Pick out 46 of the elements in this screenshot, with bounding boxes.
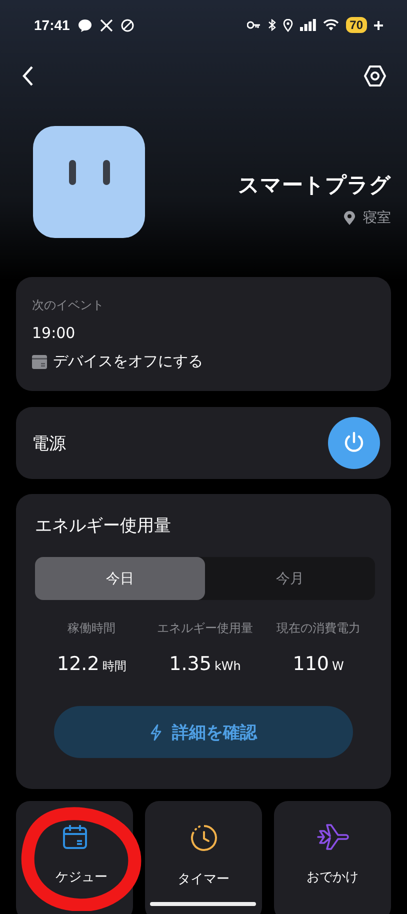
event-label: 次のイベント [32, 297, 105, 314]
lightning-icon [150, 724, 162, 740]
power-button[interactable] [328, 417, 380, 469]
status-time: 17:41 [34, 17, 70, 33]
stat-unit: W [332, 659, 344, 673]
power-icon [342, 431, 366, 455]
shortcut-label: ケジュー [56, 869, 108, 886]
calendar-card-icon [32, 354, 47, 368]
device-title: スマートプラグ [238, 172, 391, 199]
x-logo-icon [100, 18, 113, 32]
bluetooth-icon [268, 19, 276, 31]
chat-bubble-icon [78, 18, 92, 32]
settings-icon[interactable] [363, 64, 387, 88]
charging-plus-icon [374, 20, 383, 30]
signal-icon [300, 19, 316, 31]
block-icon [120, 18, 134, 32]
period-tab[interactable]: 今月 [205, 557, 375, 600]
stat-value: 12.2 [57, 653, 100, 675]
event-time: 19:00 [32, 324, 76, 342]
stat-unit: kWh [214, 659, 241, 673]
event-card[interactable]: 次のイベント 19:00 デバイスをオフにする [16, 277, 391, 391]
wifi-icon [322, 19, 339, 31]
stat-label: 現在の消費電力 [276, 620, 360, 637]
calendar-icon [60, 823, 88, 851]
clock-icon [188, 823, 218, 853]
stat-label: 稼働時間 [68, 620, 116, 637]
power-label: 電源 [32, 432, 66, 454]
period-tab[interactable]: 今日 [35, 557, 205, 600]
room-label: 寝室 [363, 209, 391, 227]
shortcut-label: タイマー [178, 871, 230, 888]
event-action: デバイスをオフにする [53, 352, 203, 371]
details-button[interactable]: 詳細を確認 [54, 706, 353, 758]
back-icon[interactable] [22, 66, 34, 86]
battery-level: 70 [346, 17, 367, 33]
energy-title: エネルギー使用量 [35, 515, 172, 537]
stat-unit: 時間 [102, 658, 126, 675]
stat-label: エネルギー使用量 [156, 620, 253, 637]
shortcut-tile[interactable]: おでかけ [274, 801, 391, 914]
key-icon [246, 21, 261, 29]
stat-value: 1.35 [169, 653, 212, 675]
airplane-icon [316, 823, 350, 851]
shortcut-label: おでかけ [306, 869, 358, 886]
stat-value: 110 [292, 653, 330, 675]
location-pin-icon [344, 211, 355, 225]
shortcut-tile[interactable]: タイマー [145, 801, 262, 914]
location-icon [282, 18, 293, 32]
